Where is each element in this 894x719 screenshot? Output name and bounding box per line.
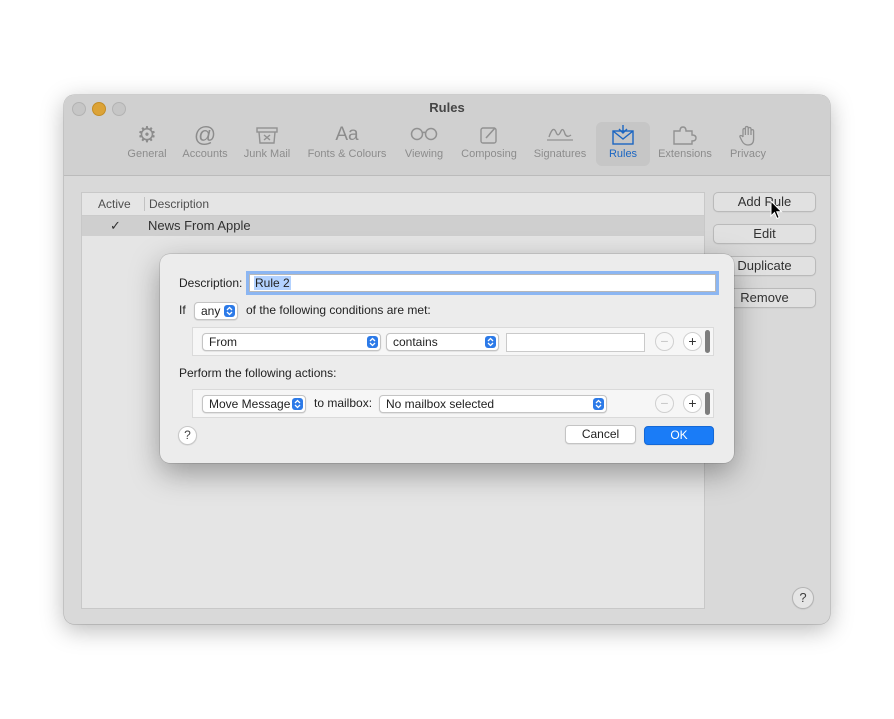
if-label: If: [179, 303, 186, 317]
ok-button[interactable]: OK: [644, 426, 714, 445]
actions-label: Perform the following actions:: [179, 366, 337, 380]
conditions-list: From contains − +: [192, 327, 714, 356]
action-type-value: Move Message: [209, 397, 291, 411]
any-all-selector[interactable]: any: [194, 302, 238, 320]
condition-operator-selector[interactable]: contains: [386, 333, 499, 351]
mouse-pointer-icon: [770, 199, 784, 220]
condition-field-value: From: [209, 335, 237, 349]
to-mailbox-label: to mailbox:: [314, 396, 373, 410]
actions-scrollbar[interactable]: [705, 392, 710, 415]
mailbox-value: No mailbox selected: [386, 397, 495, 411]
add-action-button[interactable]: +: [683, 394, 702, 413]
chevron-updown-icon: [292, 398, 303, 410]
description-label: Description:: [179, 276, 243, 290]
conditions-suffix-label: of the following conditions are met:: [246, 303, 431, 317]
description-input[interactable]: Rule 2: [249, 274, 716, 292]
condition-field-selector[interactable]: From: [202, 333, 381, 351]
add-condition-button[interactable]: +: [683, 332, 702, 351]
remove-action-button[interactable]: −: [655, 394, 674, 413]
condition-value-input[interactable]: [506, 333, 645, 352]
actions-list: Move Message to mailbox: No mailbox sele…: [192, 389, 714, 418]
chevron-updown-icon: [593, 398, 604, 410]
chevron-updown-icon: [224, 305, 235, 317]
chevron-updown-icon: [367, 336, 378, 348]
cancel-button[interactable]: Cancel: [565, 425, 636, 444]
conditions-scrollbar[interactable]: [705, 330, 710, 353]
any-all-value: any: [201, 304, 221, 318]
description-value: Rule 2: [254, 276, 291, 290]
condition-operator-value: contains: [393, 335, 438, 349]
sheet-help-button[interactable]: ?: [178, 426, 197, 445]
mailbox-selector[interactable]: No mailbox selected: [379, 395, 607, 413]
action-type-selector[interactable]: Move Message: [202, 395, 306, 413]
rule-editor-sheet: Description: Rule 2 If any of the follow…: [160, 254, 734, 463]
remove-condition-button[interactable]: −: [655, 332, 674, 351]
chevron-updown-icon: [485, 336, 496, 348]
